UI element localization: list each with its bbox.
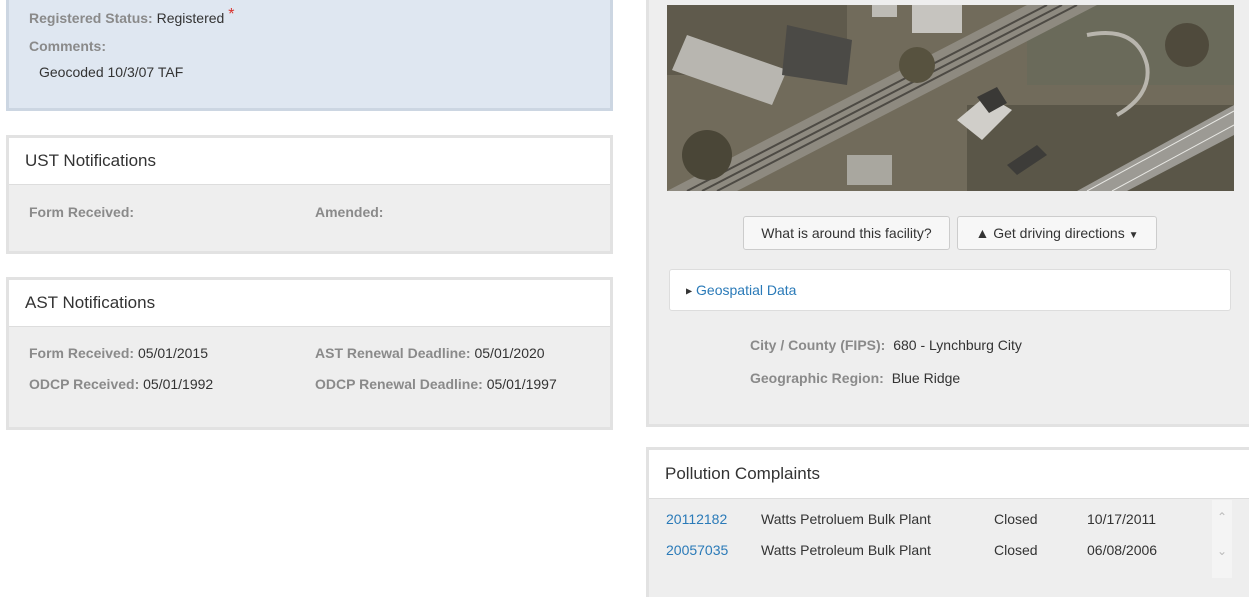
driving-directions-button[interactable]: ▲ Get driving directions ▼ <box>957 216 1157 250</box>
table-row[interactable]: 20112182 Watts Petroluem Bulk Plant Clos… <box>649 511 1209 531</box>
odcp-renewal-label: ODCP Renewal Deadline: <box>315 376 483 392</box>
ust-form-received-label: Form Received: <box>29 204 135 220</box>
registered-status-label: Registered Status: <box>29 10 153 26</box>
complaint-id-link[interactable]: 20112182 <box>666 511 727 527</box>
caret-right-icon: ▶ <box>686 286 693 296</box>
table-row[interactable]: 20057035 Watts Petroleum Bulk Plant Clos… <box>649 542 1209 562</box>
ast-renewal-row: AST Renewal Deadline: 05/01/2020 <box>315 345 545 361</box>
ast-renewal-value: 05/01/2020 <box>474 345 545 361</box>
odcp-received-value: 05/01/1992 <box>143 376 214 392</box>
geospatial-data-link[interactable]: Geospatial Data <box>696 282 796 298</box>
odcp-received-label: ODCP Received: <box>29 376 140 392</box>
registered-status-value: Registered <box>156 10 225 26</box>
complaint-date: 10/17/2011 <box>1087 511 1157 527</box>
required-mark: * <box>228 6 235 23</box>
region-value: Blue Ridge <box>891 370 961 386</box>
comments-label: Comments: <box>29 38 107 54</box>
complaints-scrollbar[interactable]: ⌃ ⌄ <box>1212 500 1232 578</box>
complaint-name: Watts Petroluem Bulk Plant <box>761 511 931 527</box>
road-icon: ▲ <box>975 225 990 241</box>
ust-title: UST Notifications <box>9 138 610 185</box>
ast-title: AST Notifications <box>9 280 610 327</box>
complaint-name: Watts Petroleum Bulk Plant <box>761 542 931 558</box>
ast-form-received-row: Form Received: 05/01/2015 <box>29 345 208 361</box>
ast-form-received-label: Form Received: <box>29 345 135 361</box>
aerial-map-image[interactable] <box>667 5 1234 191</box>
odcp-renewal-value: 05/01/1997 <box>486 376 557 392</box>
ast-form-received-value: 05/01/2015 <box>137 345 209 361</box>
aerial-photo-drawing <box>667 5 1234 191</box>
driving-directions-label: Get driving directions <box>993 225 1125 241</box>
odcp-received-row: ODCP Received: 05/01/1992 <box>29 376 213 392</box>
facility-info-panel: Registered Status: Registered * Comments… <box>6 0 613 111</box>
region-row: Geographic Region: Blue Ridge <box>750 370 960 386</box>
registered-status-row: Registered Status: Registered * <box>29 6 234 28</box>
complaint-date: 06/08/2006 <box>1087 542 1158 558</box>
scroll-down-icon[interactable]: ⌄ <box>1212 544 1232 558</box>
complaints-list: 20112182 Watts Petroluem Bulk Plant Clos… <box>649 499 1209 579</box>
comments-value: Geocoded 10/3/07 TAF <box>39 64 184 80</box>
ast-notifications-panel: AST Notifications Form Received: 05/01/2… <box>6 277 613 430</box>
location-panel: What is around this facility? ▲ Get driv… <box>646 0 1249 427</box>
complaint-status: Closed <box>994 542 1038 558</box>
odcp-renewal-row: ODCP Renewal Deadline: 05/01/1997 <box>315 376 557 392</box>
caret-down-icon: ▼ <box>1128 230 1139 241</box>
ust-notifications-panel: UST Notifications Form Received: Amended… <box>6 135 613 254</box>
region-label: Geographic Region: <box>750 370 884 386</box>
complaint-id-link[interactable]: 20057035 <box>666 542 728 558</box>
geospatial-data-toggle[interactable]: ▶ Geospatial Data <box>669 269 1231 311</box>
ast-renewal-label: AST Renewal Deadline: <box>315 345 471 361</box>
complaints-title: Pollution Complaints <box>649 450 1249 499</box>
fips-value: 680 - Lynchburg City <box>893 337 1022 353</box>
what-is-around-button[interactable]: What is around this facility? <box>743 216 950 250</box>
scroll-up-icon[interactable]: ⌃ <box>1212 510 1232 524</box>
complaint-status: Closed <box>994 511 1038 527</box>
pollution-complaints-panel: Pollution Complaints 20112182 Watts Petr… <box>646 447 1249 597</box>
fips-label: City / County (FIPS): <box>750 337 886 353</box>
fips-row: City / County (FIPS): 680 - Lynchburg Ci… <box>750 337 1022 353</box>
ust-amended-label: Amended: <box>315 204 384 220</box>
